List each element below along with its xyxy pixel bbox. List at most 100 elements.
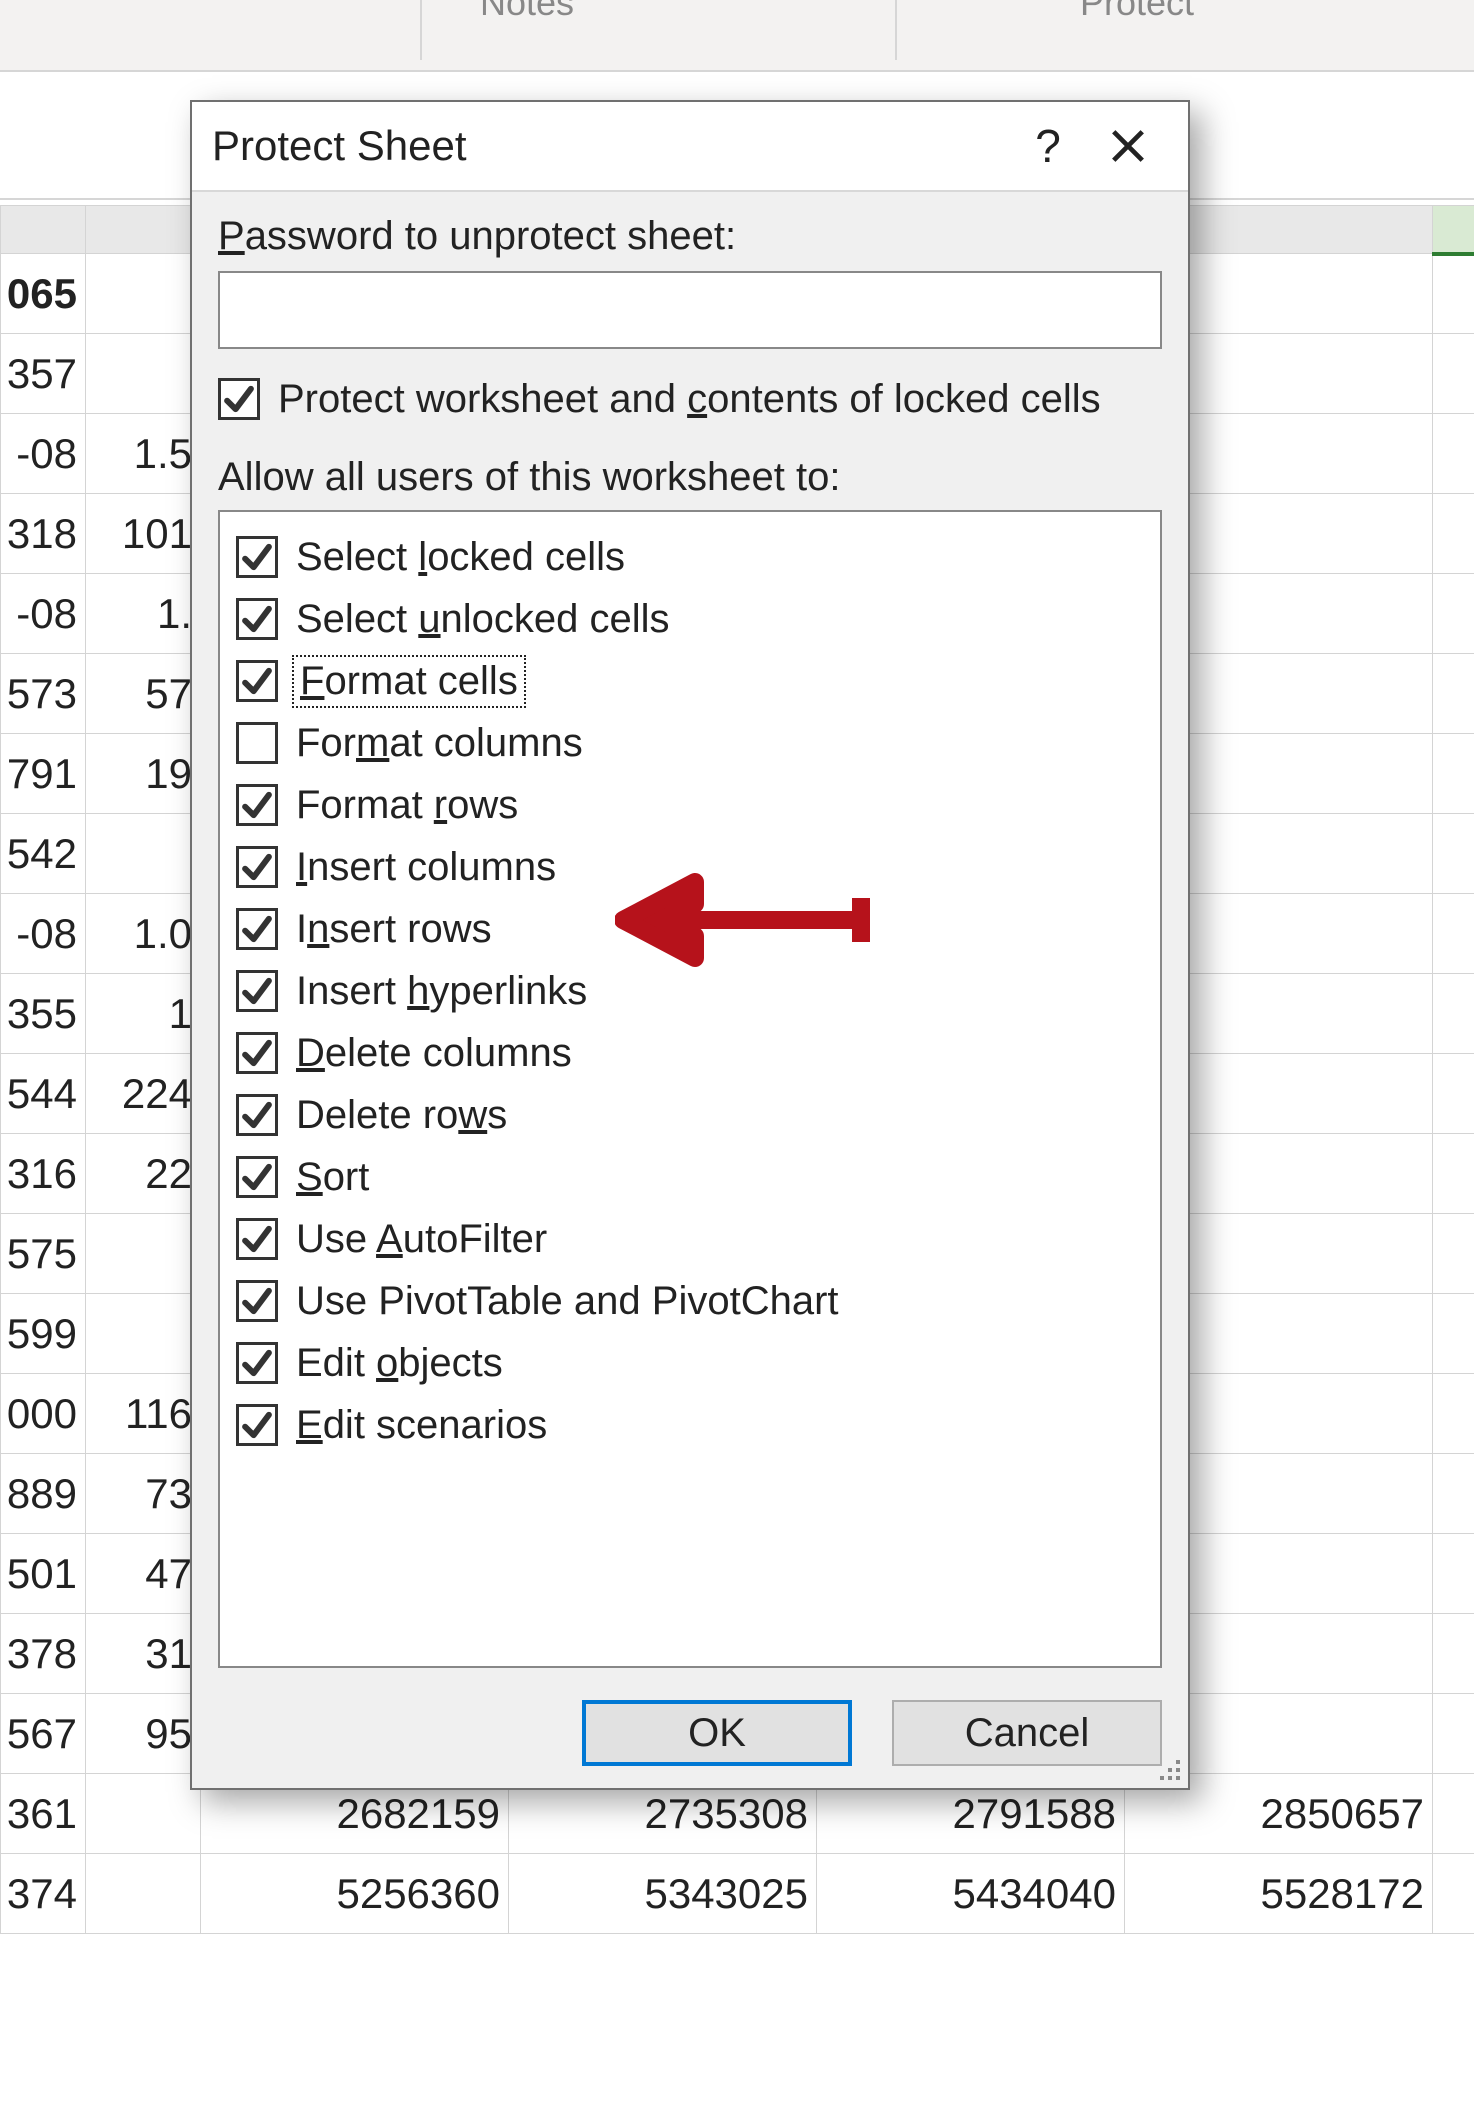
cell[interactable]: 73 <box>86 1454 201 1534</box>
cell[interactable]: 173654 <box>1433 494 1474 574</box>
cell[interactable]: 5343025 <box>509 1854 817 1934</box>
close-button[interactable] <box>1088 116 1168 176</box>
cell[interactable]: 889 <box>1 1454 86 1534</box>
cell[interactable]: 1.0 <box>86 894 201 974</box>
permission-checkbox[interactable] <box>236 970 278 1012</box>
column-header[interactable] <box>86 206 201 254</box>
cell[interactable]: 507000 <box>1433 1374 1474 1454</box>
cell[interactable]: 065 <box>1 254 86 334</box>
cell[interactable]: 2912338 <box>1433 1774 1474 1854</box>
cell[interactable]: 316 <box>1 1134 86 1214</box>
cell[interactable]: 361 <box>1 1774 86 1854</box>
cell[interactable]: 890360 <box>1433 654 1474 734</box>
cell[interactable]: 1970 <box>1433 254 1474 334</box>
cell[interactable]: 31 <box>86 1614 201 1694</box>
permission-row[interactable]: Insert columns <box>230 836 1150 898</box>
ok-button[interactable]: OK <box>582 1700 852 1766</box>
permission-row[interactable]: Insert rows <box>230 898 1150 960</box>
cell[interactable]: 47 <box>86 1534 201 1614</box>
cell[interactable]: 1 <box>86 974 201 1054</box>
permission-checkbox[interactable] <box>236 784 278 826</box>
cell[interactable] <box>86 1774 201 1854</box>
cell[interactable] <box>86 254 201 334</box>
permission-checkbox[interactable] <box>236 536 278 578</box>
column-header[interactable] <box>1 206 86 254</box>
permission-row[interactable]: Edit objects <box>230 1332 1150 1394</box>
cell[interactable]: 542 <box>1 814 86 894</box>
permission-checkbox[interactable] <box>236 846 278 888</box>
permission-row[interactable]: Delete rows <box>230 1084 1150 1146</box>
cell[interactable] <box>86 1214 201 1294</box>
cell[interactable]: 573 <box>1 654 86 734</box>
cell[interactable]: 655549 <box>1433 1694 1474 1774</box>
cell[interactable]: -08 <box>1 894 86 974</box>
permission-row[interactable]: Format cells <box>230 650 1150 712</box>
cell[interactable]: 544 <box>1 1054 86 1134</box>
cell[interactable]: 525067 <box>1433 1134 1474 1214</box>
cell[interactable]: 22 <box>86 1134 201 1214</box>
resize-grip[interactable] <box>1152 1752 1182 1782</box>
cell[interactable]: 27362 <box>1433 1214 1474 1294</box>
cell[interactable]: 224 <box>86 1054 201 1134</box>
cell[interactable]: 5434040 <box>817 1854 1125 1934</box>
cell[interactable]: 64184 <box>1433 1294 1474 1374</box>
cell[interactable]: 24275 <box>1433 814 1474 894</box>
cell[interactable]: 357 <box>1 334 86 414</box>
column-header-m[interactable]: M <box>1433 206 1474 254</box>
permission-row[interactable]: Edit scenarios <box>230 1394 1150 1456</box>
cell[interactable]: 355 <box>1 974 86 1054</box>
cell[interactable]: 101 <box>86 494 201 574</box>
cell[interactable] <box>86 1854 201 1934</box>
cell[interactable]: 59070 <box>1433 334 1474 414</box>
permissions-list[interactable]: Select locked cellsSelect unlocked cells… <box>218 510 1162 1668</box>
permission-checkbox[interactable] <box>236 1218 278 1260</box>
permission-row[interactable]: Select locked cells <box>230 526 1150 588</box>
cell[interactable]: -08 <box>1 414 86 494</box>
password-input[interactable] <box>218 271 1162 349</box>
cell[interactable]: -08 <box>1 574 86 654</box>
permission-row[interactable]: Use AutoFilter <box>230 1208 1150 1270</box>
cell[interactable]: 1.5 <box>86 414 201 494</box>
permission-checkbox[interactable] <box>236 1156 278 1198</box>
cell[interactable] <box>86 1294 201 1374</box>
cell[interactable]: 599 <box>1 1294 86 1374</box>
protect-contents-checkbox[interactable] <box>218 378 260 420</box>
cell[interactable]: 5624592 <box>1433 1854 1474 1934</box>
cell[interactable]: 95 <box>86 1694 201 1774</box>
cell[interactable]: 57 <box>86 654 201 734</box>
permission-row[interactable]: Sort <box>230 1146 1150 1208</box>
cell[interactable]: 791 <box>1 734 86 814</box>
permission-checkbox[interactable] <box>236 722 278 764</box>
cell[interactable]: 1. <box>86 574 201 654</box>
cell[interactable]: 22E+08 <box>1433 894 1474 974</box>
permission-checkbox[interactable] <box>236 1404 278 1446</box>
cell[interactable]: 567 <box>1 1694 86 1774</box>
permission-checkbox[interactable] <box>236 1342 278 1384</box>
cell[interactable]: 5528172 <box>1125 1854 1433 1934</box>
protect-contents-row[interactable]: Protect worksheet and contents of locked… <box>218 371 1162 427</box>
permission-row[interactable]: Format rows <box>230 774 1150 836</box>
permission-checkbox[interactable] <box>236 1094 278 1136</box>
permission-checkbox[interactable] <box>236 1280 278 1322</box>
cell[interactable]: ..7E+08 <box>1433 414 1474 494</box>
cell[interactable]: 374 <box>1 1854 86 1934</box>
cell[interactable]: 19 <box>86 734 201 814</box>
cell[interactable]: 135479 <box>1433 734 1474 814</box>
cell[interactable]: 378 <box>1 1614 86 1694</box>
cell[interactable] <box>86 814 201 894</box>
cell[interactable]: ..2E+08 <box>1433 574 1474 654</box>
cell[interactable]: 5256360 <box>201 1854 509 1934</box>
permission-row[interactable]: Format columns <box>230 712 1150 774</box>
help-button[interactable]: ? <box>1008 116 1088 176</box>
permission-checkbox[interactable] <box>236 908 278 950</box>
permission-checkbox[interactable] <box>236 598 278 640</box>
permission-checkbox[interactable] <box>236 660 278 702</box>
cell[interactable]: 575 <box>1 1214 86 1294</box>
permission-row[interactable]: Select unlocked cells <box>230 588 1150 650</box>
permission-row[interactable]: Insert hyperlinks <box>230 960 1150 1022</box>
cell[interactable]: 318 <box>1 494 86 574</box>
cell[interactable]: 880564 <box>1433 1054 1474 1134</box>
cell[interactable]: 467086 <box>1433 1454 1474 1534</box>
cell[interactable]: 180032 <box>1433 1534 1474 1614</box>
cell[interactable]: 000 <box>1 1374 86 1454</box>
